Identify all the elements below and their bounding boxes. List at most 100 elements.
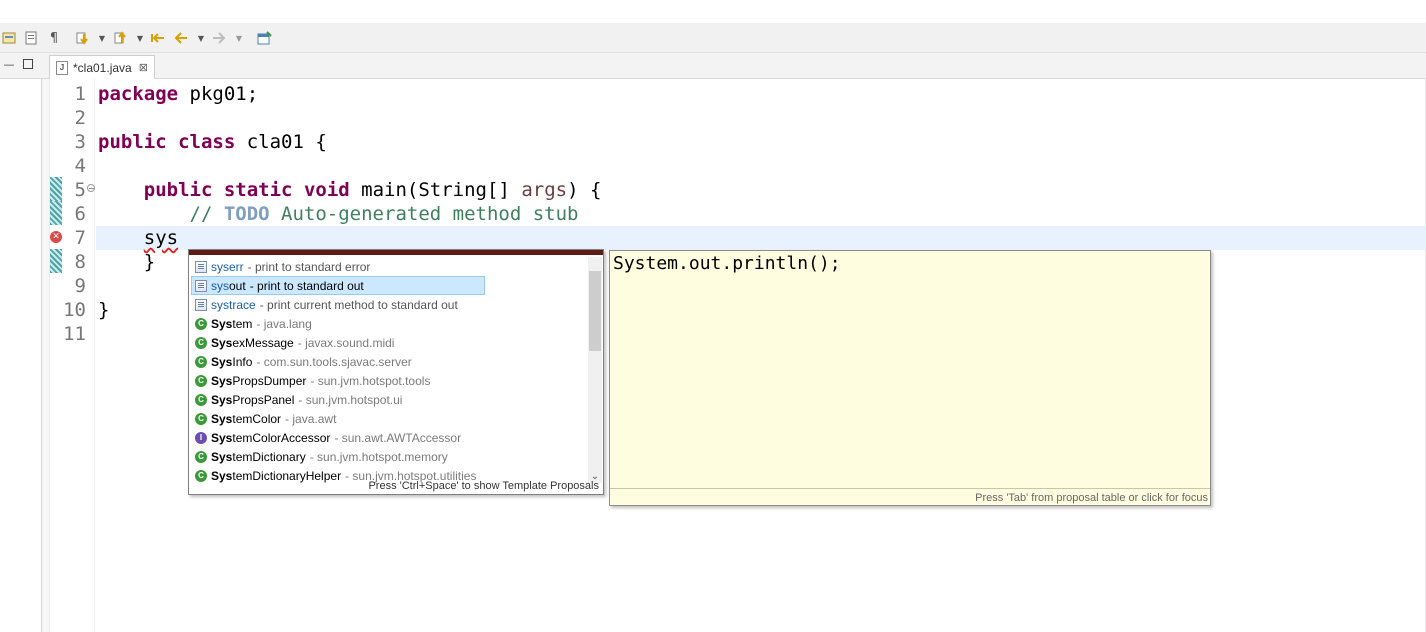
window-top-strip xyxy=(0,0,1426,23)
proposal-match: Sys xyxy=(211,411,233,426)
tab-title: *cla01.java xyxy=(73,60,132,75)
code-line-8[interactable]: } xyxy=(98,250,155,274)
close-icon[interactable]: ⊠ xyxy=(139,61,148,74)
class-icon: C xyxy=(195,469,207,482)
proposal-name: SystemDictionaryHelper xyxy=(211,469,341,483)
fold-collapse-icon[interactable]: − xyxy=(87,184,95,193)
minimize-icon[interactable]: — xyxy=(2,57,16,71)
template-icon xyxy=(195,298,207,311)
code-line-3[interactable]: public class cla01 { xyxy=(98,130,327,154)
proposal-rest: err xyxy=(229,259,244,274)
tab-cla01-java[interactable]: J *cla01.java ⊠ xyxy=(49,55,155,79)
code-line-10[interactable]: } xyxy=(98,298,109,322)
proposal-match: Sys xyxy=(211,354,233,369)
proposal-item[interactable]: C SystemDictionary - sun.jvm.hotspot.memor… xyxy=(191,447,587,466)
proposal-preview-text: System.out.println(); xyxy=(613,253,841,274)
autocomplete-popup: syserr - print to standard error sysout - p… xyxy=(188,249,604,495)
proposal-item[interactable]: syserr - print to standard error xyxy=(191,257,587,276)
previous-annotation-icon[interactable] xyxy=(112,30,128,46)
line-number: 1 xyxy=(74,83,86,105)
template-icon xyxy=(195,279,207,292)
proposal-list[interactable]: syserr - print to standard error sysout - p… xyxy=(191,257,587,483)
class-icon: C xyxy=(195,355,207,368)
toggle-breadcrumb-icon[interactable] xyxy=(1,30,17,46)
back-icon[interactable] xyxy=(173,30,189,46)
proposal-match: Sys xyxy=(211,335,233,350)
proposal-rest: PropsDumper xyxy=(232,373,307,388)
proposal-description: - print to standard error xyxy=(247,259,371,274)
proposal-description: - sun.jvm.hotspot.ui xyxy=(298,392,403,407)
class-icon: C xyxy=(195,450,207,463)
proposal-rest: temDictionary xyxy=(232,449,306,464)
proposal-description: - sun.awt.AWTAccessor xyxy=(334,430,462,445)
last-edit-location-icon[interactable] xyxy=(150,30,166,46)
proposal-item[interactable]: C SystemColor - java.awt xyxy=(191,409,587,428)
proposal-item[interactable]: C SysPropsDumper - sun.jvm.hotspot.tools xyxy=(191,371,587,390)
keyword: package xyxy=(98,83,179,105)
line-number: 2 xyxy=(74,107,86,129)
popup-title-strip xyxy=(189,250,603,255)
proposal-item[interactable]: C SysexMessage - javax.sound.midi xyxy=(191,333,587,352)
code-text: } xyxy=(143,251,156,273)
keyword: void xyxy=(303,179,350,201)
proposal-rest: temColor xyxy=(232,411,282,426)
proposal-name: systrace xyxy=(211,298,256,312)
proposal-scrollbar[interactable]: ⌄ xyxy=(588,257,602,483)
left-view-panel xyxy=(0,79,42,632)
template-icon xyxy=(195,260,207,273)
scroll-up-icon[interactable] xyxy=(588,257,602,269)
line-number: 5 xyxy=(74,179,86,201)
forward-icon[interactable] xyxy=(211,30,227,46)
proposal-match: Sys xyxy=(211,468,233,483)
line-number: 6 xyxy=(74,203,86,225)
proposal-description: - java.awt xyxy=(285,411,337,426)
next-annotation-dropdown-icon[interactable]: ▼ xyxy=(94,30,110,46)
scrollbar-thumb[interactable] xyxy=(589,271,601,351)
proposal-rest: trace xyxy=(229,297,256,312)
proposal-item[interactable]: C System - java.lang xyxy=(191,314,587,333)
proposal-match: sys xyxy=(211,259,229,274)
code-text: main(String[] xyxy=(349,179,522,201)
class-icon: C xyxy=(195,336,207,349)
previous-annotation-dropdown-icon[interactable]: ▼ xyxy=(132,30,148,46)
code-line-5[interactable]: public static void main(String[] args) { xyxy=(98,178,602,202)
forward-dropdown-icon[interactable]: ▼ xyxy=(231,30,247,46)
line-number: 8 xyxy=(74,251,86,273)
next-annotation-icon[interactable] xyxy=(74,30,90,46)
proposal-description: - print to standard out xyxy=(249,278,364,293)
code-text: pkg01; xyxy=(178,83,259,105)
code-line-1[interactable]: package pkg01; xyxy=(98,82,258,106)
proposal-rest: temColorAccessor xyxy=(232,430,331,445)
code-text: ) { xyxy=(567,179,602,201)
proposal-detail-panel[interactable]: System.out.println(); Press 'Tab' from p… xyxy=(609,250,1211,506)
code-text: cla01 { xyxy=(235,131,327,153)
proposal-name: SystemDictionary xyxy=(211,450,306,464)
proposal-description: - java.lang xyxy=(256,316,312,331)
error-token: sys xyxy=(143,227,179,249)
proposal-item[interactable]: sysout - print to standard out xyxy=(191,276,485,295)
code-line-6[interactable]: // TODO Auto-generated method stub xyxy=(98,202,579,226)
toggle-block-selection-icon[interactable] xyxy=(23,30,39,46)
keyword: public xyxy=(98,131,167,153)
maximize-icon[interactable] xyxy=(21,57,35,71)
editor-tab-bar: — J *cla01.java ⊠ xyxy=(0,53,1426,79)
proposal-item[interactable]: I SystemColorAccessor - sun.awt.AWTAccesso… xyxy=(191,428,587,447)
proposal-name: System xyxy=(211,317,252,331)
pin-editor-icon[interactable] xyxy=(257,30,273,46)
proposal-name: SysPropsPanel xyxy=(211,393,294,407)
proposal-item[interactable]: C SysInfo - com.sun.tools.sjavac.server xyxy=(191,352,587,371)
code-line-7[interactable]: sys xyxy=(98,226,178,250)
line-number: 11 xyxy=(63,323,86,345)
proposal-name: SysPropsDumper xyxy=(211,374,306,388)
proposal-match: Sys xyxy=(211,392,233,407)
keyword: class xyxy=(178,131,236,153)
back-dropdown-icon[interactable]: ▼ xyxy=(193,30,209,46)
proposal-match: Sys xyxy=(211,430,233,445)
proposal-description: - print current method to standard out xyxy=(259,297,458,312)
proposal-item[interactable]: systrace - print current method to standa… xyxy=(191,295,587,314)
show-whitespace-icon[interactable]: ¶ xyxy=(46,30,62,46)
gutter-divider xyxy=(94,79,95,632)
proposal-rest: Info xyxy=(232,354,253,369)
proposal-item[interactable]: C SysPropsPanel - sun.jvm.hotspot.ui xyxy=(191,390,587,409)
proposal-match: sys xyxy=(211,278,229,293)
